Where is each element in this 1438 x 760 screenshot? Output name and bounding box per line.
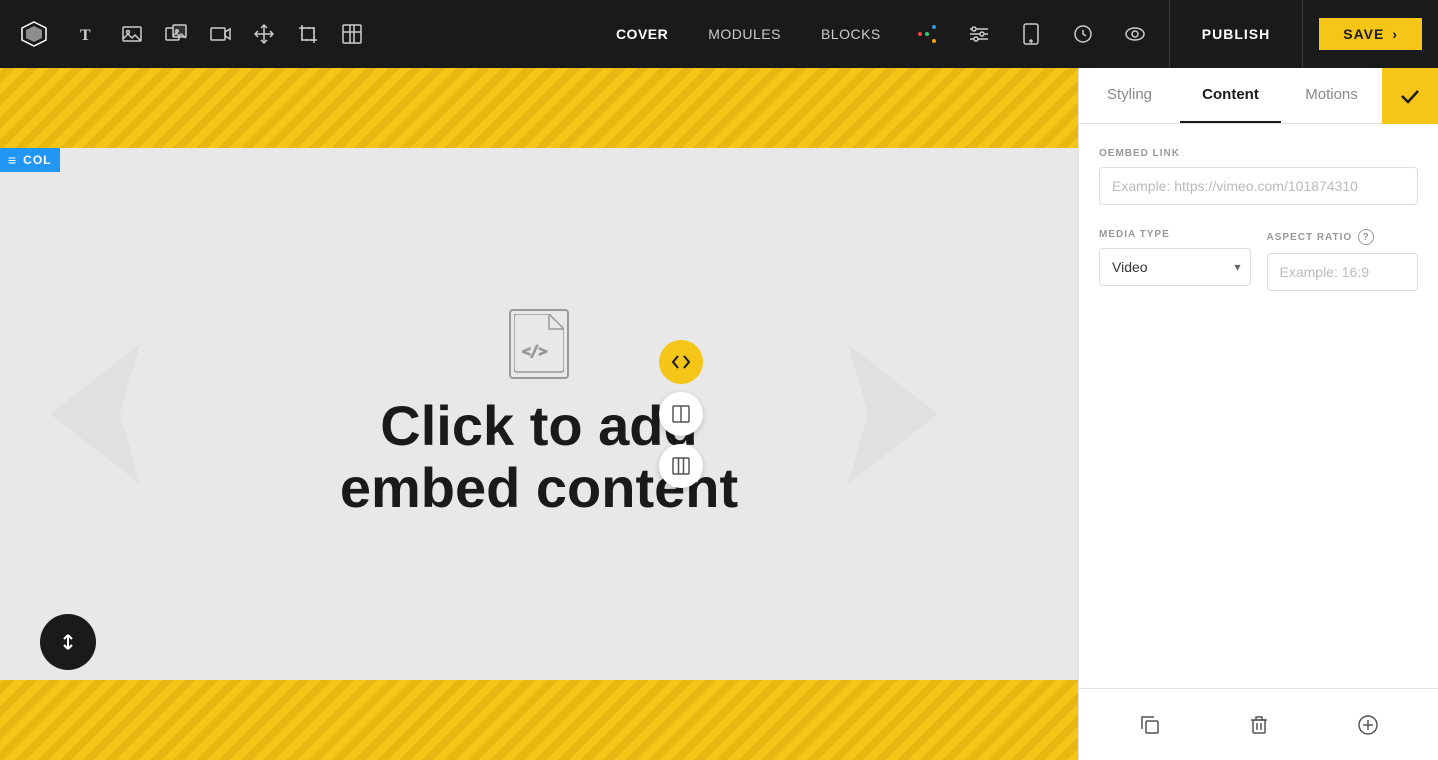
dots-icon[interactable]: [909, 16, 945, 52]
main-area: ≡ COL </> Click: [0, 68, 1438, 760]
gallery-tool-icon[interactable]: [156, 14, 196, 54]
aspect-ratio-input[interactable]: [1267, 253, 1419, 291]
arrow-left-icon: [30, 334, 150, 494]
embed-code-button[interactable]: [659, 340, 703, 384]
nav-modules[interactable]: MODULES: [688, 18, 801, 50]
panel-tabs: Styling Content Motions: [1079, 68, 1438, 124]
canvas-area: ≡ COL </> Click: [0, 68, 1078, 760]
logo[interactable]: [16, 16, 52, 52]
canvas-right-tools: [659, 340, 703, 488]
oembed-input[interactable]: [1099, 167, 1418, 205]
media-type-select[interactable]: Video Image Audio: [1099, 248, 1251, 286]
tab-styling[interactable]: Styling: [1079, 68, 1180, 123]
toolbar-icon-group: T: [68, 14, 588, 54]
nav-blocks[interactable]: BLOCKS: [801, 18, 901, 50]
svg-text:</>: </>: [522, 344, 547, 360]
save-label: SAVE: [1343, 26, 1384, 42]
history-icon[interactable]: [1065, 16, 1101, 52]
help-icon[interactable]: ?: [1358, 229, 1374, 245]
panel: Styling Content Motions OEMBED LINK MEDI…: [1078, 68, 1438, 760]
settings-icon[interactable]: [961, 16, 997, 52]
oembed-label: OEMBED LINK: [1099, 148, 1418, 159]
image-tool-icon[interactable]: [112, 14, 152, 54]
mobile-icon[interactable]: [1013, 16, 1049, 52]
col-badge-label: COL: [23, 153, 51, 167]
add-button[interactable]: [1346, 703, 1390, 747]
tab-motions[interactable]: Motions: [1281, 68, 1382, 123]
aspect-ratio-label-row: ASPECT RATIO ?: [1267, 229, 1419, 245]
col-badge-icon: ≡: [8, 152, 17, 168]
embed-area[interactable]: </> Click to add embed content: [0, 148, 1078, 680]
grid-tool-icon[interactable]: [332, 14, 372, 54]
media-aspect-row: MEDIA TYPE Video Image Audio ▾ ASPECT RA…: [1099, 229, 1418, 315]
scroll-button[interactable]: [40, 614, 96, 670]
svg-text:T: T: [80, 27, 91, 44]
nav-cover[interactable]: COVER: [596, 18, 688, 50]
duplicate-button[interactable]: [1128, 703, 1172, 747]
move-tool-icon[interactable]: [244, 14, 284, 54]
tab-content[interactable]: Content: [1180, 68, 1281, 123]
oembed-field: OEMBED LINK: [1099, 148, 1418, 205]
aspect-ratio-label: ASPECT RATIO: [1267, 232, 1353, 243]
layout-col2-button[interactable]: [659, 392, 703, 436]
toolbar-right: PUBLISH SAVE ›: [909, 0, 1422, 68]
layout-col3-button[interactable]: [659, 444, 703, 488]
arrow-right-icon: [838, 334, 958, 494]
toolbar: T: [0, 0, 1438, 68]
crop-tool-icon[interactable]: [288, 14, 328, 54]
video-tool-icon[interactable]: [200, 14, 240, 54]
yellow-bottom-stripe: [0, 680, 1078, 760]
toolbar-divider: [1169, 0, 1170, 68]
diagonal-pattern: [0, 68, 1078, 148]
save-arrow-icon: ›: [1392, 26, 1398, 42]
toolbar-nav: COVER MODULES BLOCKS: [596, 18, 901, 50]
publish-button[interactable]: PUBLISH: [1186, 18, 1286, 50]
toolbar-divider-2: [1302, 0, 1303, 68]
panel-content: OEMBED LINK MEDIA TYPE Video Image Audio…: [1079, 124, 1438, 688]
preview-icon[interactable]: [1117, 16, 1153, 52]
diagonal-pattern-bottom: [0, 680, 1078, 760]
media-type-label: MEDIA TYPE: [1099, 229, 1251, 240]
panel-check-button[interactable]: [1382, 68, 1438, 124]
col-badge[interactable]: ≡ COL: [0, 148, 60, 172]
embed-file-icon: </>: [509, 309, 569, 379]
media-type-select-wrap: Video Image Audio ▾: [1099, 248, 1251, 286]
delete-button[interactable]: [1237, 703, 1281, 747]
save-button[interactable]: SAVE ›: [1319, 18, 1422, 50]
panel-footer: [1079, 688, 1438, 760]
yellow-top-stripe: [0, 68, 1078, 148]
aspect-ratio-field: ASPECT RATIO ?: [1267, 229, 1419, 291]
media-type-field: MEDIA TYPE Video Image Audio ▾: [1099, 229, 1251, 291]
text-tool-icon[interactable]: T: [68, 14, 108, 54]
